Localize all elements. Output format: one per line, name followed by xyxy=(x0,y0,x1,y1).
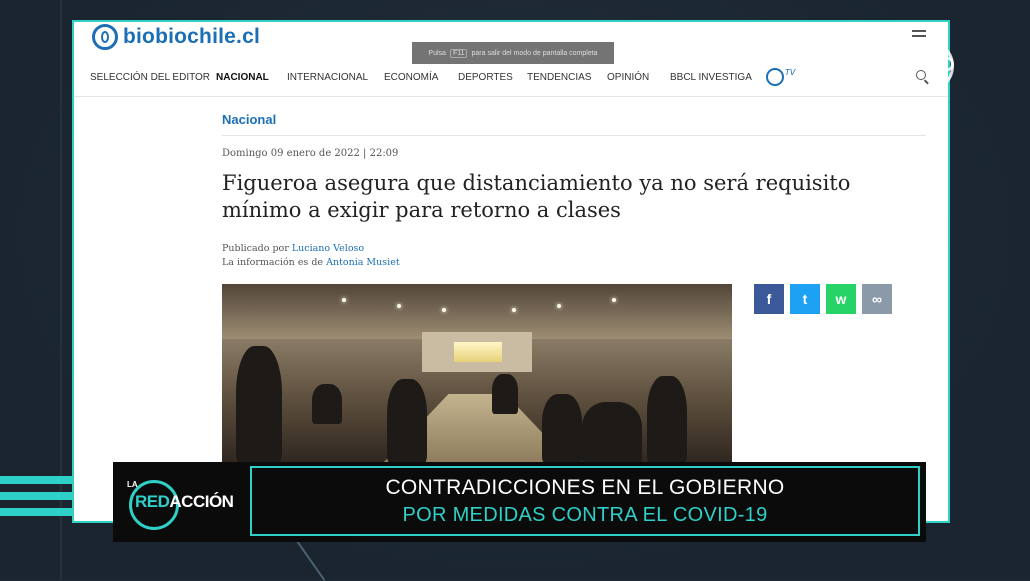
projector-screen xyxy=(454,342,502,362)
nav-item-economia[interactable]: ECONOMÍA xyxy=(384,72,438,83)
biobio-tv-icon xyxy=(766,68,784,86)
channel-logo: TRFD xyxy=(901,54,955,76)
live-label: vivo xyxy=(904,96,939,113)
facebook-share-button[interactable]: f xyxy=(754,284,784,314)
nav-item-deportes[interactable]: DEPORTES xyxy=(458,72,513,83)
article-date: Domingo 09 enero de 2022 | 22:09 xyxy=(222,148,399,159)
nav-item-opinion[interactable]: OPINIÓN xyxy=(607,72,649,83)
twitter-icon: t xyxy=(802,291,808,307)
divider xyxy=(222,135,926,136)
source-link[interactable]: Antonia Musiet xyxy=(326,257,400,268)
copy-link-button[interactable]: ∞ xyxy=(862,284,892,314)
show-logo: LA REDACCIÓN xyxy=(121,474,251,530)
main-nav: SELECCIÓN DEL EDITOR NACIONAL INTERNACIO… xyxy=(74,60,948,97)
channel-bug: TRFD vivo xyxy=(892,38,964,113)
headline-line-1: CONTRADICCIONES EN EL GOBIERNO xyxy=(385,475,785,499)
headline-line-2: POR MEDIDAS CONTRA EL COVID-19 xyxy=(402,503,768,526)
facebook-icon: f xyxy=(766,291,772,307)
nav-item-internacional[interactable]: INTERNACIONAL xyxy=(287,72,368,83)
share-buttons: f t w ∞ xyxy=(754,284,892,314)
accent-bar xyxy=(0,508,74,516)
nav-item-nacional[interactable]: NACIONAL xyxy=(216,72,269,83)
biobio-tv-link[interactable]: TV xyxy=(766,68,795,86)
twitter-share-button[interactable]: t xyxy=(790,284,820,314)
site-brand: biobiochile.cl xyxy=(123,25,260,48)
browser-screenshot: biobiochile.cl Pulsa F11 para salir del … xyxy=(72,20,950,523)
article-byline: Publicado por Luciano Veloso La informac… xyxy=(222,243,400,268)
site-logo[interactable]: biobiochile.cl xyxy=(92,24,260,50)
whatsapp-icon: w xyxy=(835,291,847,307)
link-icon: ∞ xyxy=(872,291,882,307)
article-photo xyxy=(222,284,732,464)
article-headline: Figueroa asegura que distanciamiento ya … xyxy=(222,171,851,222)
nav-item-seleccion-del-editor[interactable]: SELECCIÓN DEL EDITOR xyxy=(90,72,210,83)
whatsapp-share-button[interactable]: w xyxy=(826,284,856,314)
author-link[interactable]: Luciano Veloso xyxy=(292,243,364,254)
nav-item-tendencias[interactable]: TENDENCIAS xyxy=(527,72,591,83)
accent-bar xyxy=(0,492,74,500)
lower-third-headline: CONTRADICCIONES EN EL GOBIERNO POR MEDID… xyxy=(250,466,920,536)
lower-third: LA REDACCIÓN CONTRADICCIONES EN EL GOBIE… xyxy=(113,462,926,542)
nav-item-bbcl-investiga[interactable]: BBCL INVESTIGA xyxy=(670,72,752,83)
accent-bar xyxy=(0,476,74,484)
section-link[interactable]: Nacional xyxy=(222,112,276,127)
biobio-logo-icon xyxy=(92,24,118,50)
